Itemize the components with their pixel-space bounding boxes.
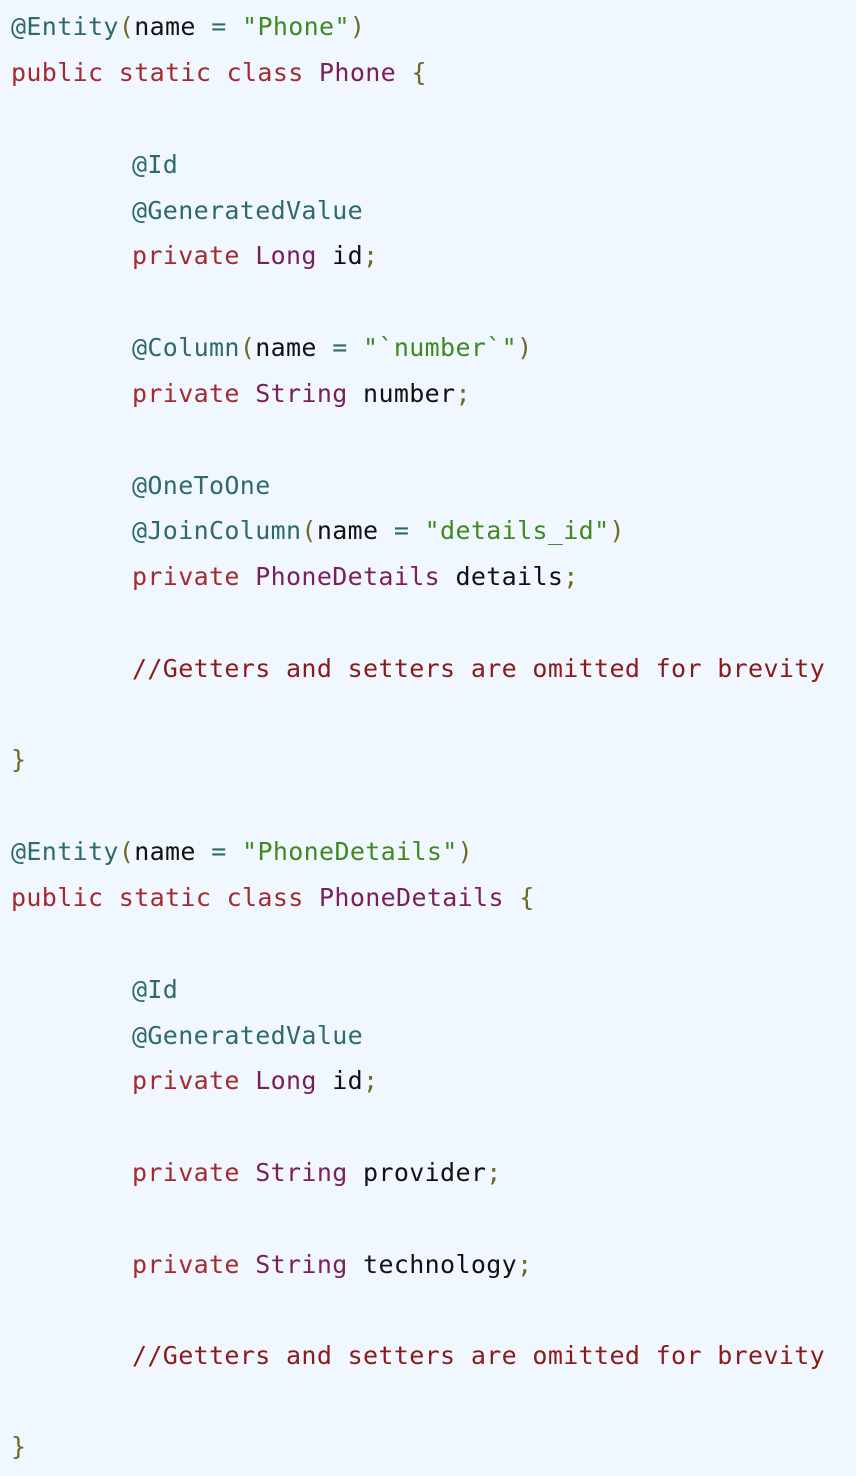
identifier: technology (363, 1250, 518, 1279)
string-literal: "PhoneDetails" (242, 837, 458, 866)
punctuation: ; (486, 1158, 502, 1187)
code-line-generated-annotation: @GeneratedValue (11, 1013, 363, 1059)
code-line-id-field: private Long id; (11, 1058, 378, 1104)
punctuation: } (11, 1432, 27, 1461)
annotation: @Entity (11, 837, 119, 866)
identifier: number (363, 379, 456, 408)
keyword: private (132, 1250, 240, 1279)
code-line-comment: //Getters and setters are omitted for br… (11, 1333, 825, 1379)
punctuation: ) (517, 333, 533, 362)
type-name: Long (255, 1066, 317, 1095)
code-line-number-field: private String number; (11, 371, 471, 417)
punctuation: ; (517, 1250, 533, 1279)
identifier: provider (363, 1158, 487, 1187)
code-line-comment: //Getters and setters are omitted for br… (11, 646, 825, 692)
annotation: @Entity (11, 12, 119, 41)
punctuation: { (411, 58, 427, 87)
code-line-onetoone-annotation: @OneToOne (11, 463, 271, 509)
code-line-column-annotation: @Column(name = "`number`") (11, 325, 532, 371)
keyword: private (132, 562, 240, 591)
type-name: PhoneDetails (255, 562, 441, 591)
punctuation: ) (609, 516, 625, 545)
operator: = (195, 837, 243, 866)
identifier: name (134, 837, 196, 866)
identifier: id (332, 241, 364, 270)
class-name: Phone (319, 58, 397, 87)
annotation: @Id (132, 150, 179, 179)
operator: = (195, 12, 243, 41)
annotation: @Id (132, 975, 179, 1004)
operator: = (378, 516, 425, 545)
keyword: private (132, 1158, 240, 1187)
code-line-close-brace: } (11, 737, 26, 783)
class-name: PhoneDetails (319, 883, 504, 912)
code-line-class-phone: public static class Phone { (11, 50, 427, 96)
punctuation: ; (363, 241, 379, 270)
punctuation: ; (455, 379, 471, 408)
annotation: @Column (132, 333, 240, 362)
identifier: id (332, 1066, 364, 1095)
code-line-class-phonedetails: public static class PhoneDetails { (11, 875, 535, 921)
annotation: @JoinColumn (132, 516, 302, 545)
code-comment: //Getters and setters are omitted for br… (132, 1341, 826, 1370)
punctuation: ; (363, 1066, 379, 1095)
code-line-technology-field: private String technology; (11, 1242, 532, 1288)
keyword: public static class (11, 883, 304, 912)
code-line-details-field: private PhoneDetails details; (11, 554, 579, 600)
keyword: private (132, 1066, 240, 1095)
annotation: @GeneratedValue (132, 1021, 364, 1050)
punctuation: ( (118, 837, 135, 866)
identifier: name (255, 333, 317, 362)
punctuation: ( (118, 12, 135, 41)
code-line-id-annotation: @Id (11, 967, 178, 1013)
string-literal: "`number`" (363, 333, 518, 362)
code-line-id-annotation: @Id (11, 142, 178, 188)
annotation: @GeneratedValue (132, 196, 364, 225)
code-line-joincolumn-annotation: @JoinColumn(name = "details_id") (11, 508, 625, 554)
type-name: String (255, 1158, 348, 1187)
identifier: details (455, 562, 564, 591)
code-line-generated-annotation: @GeneratedValue (11, 188, 363, 234)
code-comment: //Getters and setters are omitted for br… (132, 654, 826, 683)
string-literal: "Phone" (242, 12, 350, 41)
code-line-close-brace: } (11, 1424, 26, 1470)
keyword: private (132, 241, 240, 270)
type-name: String (255, 379, 348, 408)
punctuation: ) (457, 837, 474, 866)
punctuation: ( (301, 516, 317, 545)
code-line-entity-phonedetails: @Entity(name = "PhoneDetails") (11, 829, 473, 875)
operator: = (316, 333, 364, 362)
punctuation: ; (563, 562, 579, 591)
type-name: String (255, 1250, 348, 1279)
string-literal: "details_id" (424, 516, 610, 545)
code-line-entity-phone: @Entity(name = "Phone") (11, 4, 365, 50)
punctuation: ) (349, 12, 366, 41)
keyword: private (132, 379, 240, 408)
identifier: name (316, 516, 379, 545)
type-name: Long (255, 241, 317, 270)
code-block: @Entity(name = "Phone") public static cl… (0, 0, 856, 1476)
annotation: @OneToOne (132, 471, 271, 500)
keyword: public static class (11, 58, 304, 87)
code-line-provider-field: private String provider; (11, 1150, 502, 1196)
punctuation: ( (239, 333, 256, 362)
punctuation: } (11, 745, 27, 774)
identifier: name (134, 12, 196, 41)
code-line-id-field: private Long id; (11, 233, 378, 279)
punctuation: { (519, 883, 535, 912)
